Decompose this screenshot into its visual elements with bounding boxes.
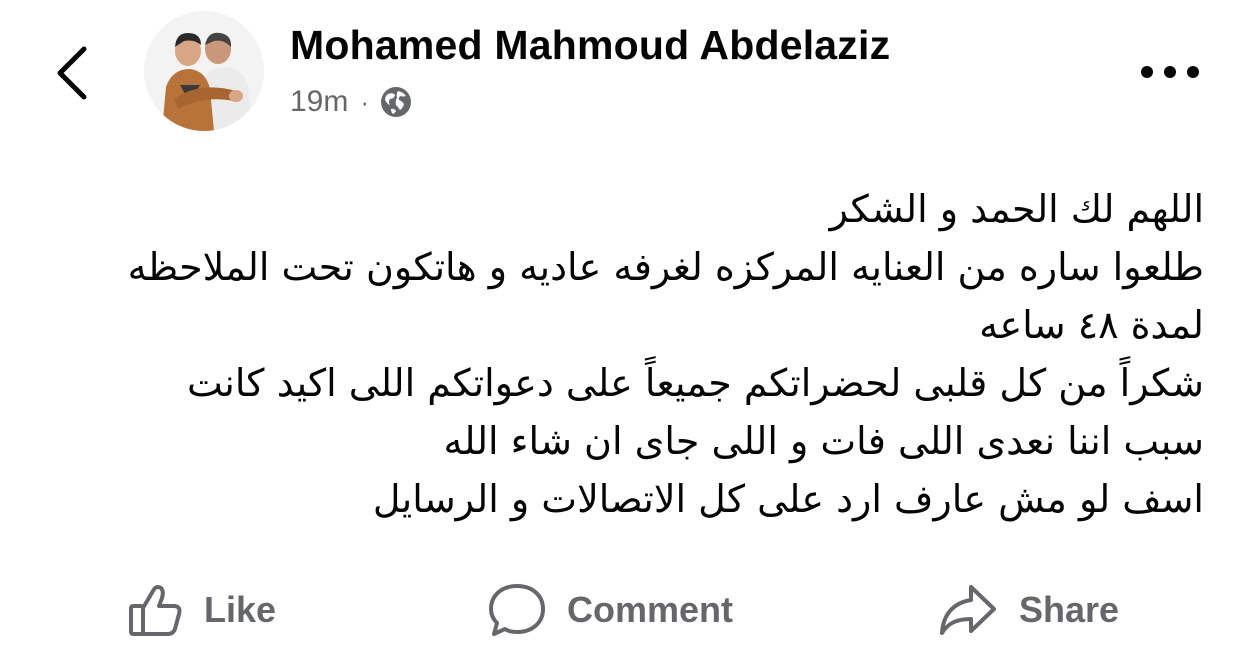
post-line: اسف لو مش عارف ارد على كل الاتصالات و ال…	[372, 477, 1204, 521]
more-options-button[interactable]	[1134, 52, 1206, 92]
post-time[interactable]: 19m	[290, 85, 348, 119]
post-line: اللهم لك الحمد و الشكر	[829, 187, 1204, 231]
more-dots-icon	[1141, 66, 1199, 78]
post-line: طلعوا ساره من العنايه المركزه لغرفه عادي…	[127, 245, 1204, 289]
share-label: Share	[1019, 589, 1120, 630]
globe-icon[interactable]	[379, 85, 413, 119]
share-arrow-icon	[940, 585, 996, 635]
thumbs-up-icon	[129, 585, 182, 636]
post-line: شكراً من كل قلبى لحضراتكم جميعاً على دعو…	[186, 361, 1204, 405]
comment-label: Comment	[567, 589, 734, 630]
back-button[interactable]	[44, 38, 100, 108]
post-line: سبب اننا نعدى اللى فات و اللى جاى ان شاء…	[443, 419, 1204, 463]
comment-bubble-icon	[489, 584, 545, 636]
avatar[interactable]	[144, 11, 264, 131]
like-button[interactable]: Like	[126, 570, 276, 650]
like-label: Like	[204, 589, 277, 630]
post-line: لمدة ٤٨ ساعه	[979, 303, 1204, 347]
chevron-left-icon	[57, 46, 87, 100]
post-meta: 19m ·	[290, 82, 413, 122]
profile-photo	[144, 11, 264, 131]
post-actions-bar: Like Comment Share	[0, 570, 1242, 650]
post-body: اللهم لك الحمد و الشكر طلعوا ساره من الع…	[34, 180, 1204, 528]
comment-button[interactable]: Comment	[487, 570, 733, 650]
share-button[interactable]: Share	[937, 570, 1119, 650]
author-name[interactable]: Mohamed Mahmoud Abdelaziz	[290, 22, 890, 69]
meta-separator: ·	[360, 86, 370, 117]
